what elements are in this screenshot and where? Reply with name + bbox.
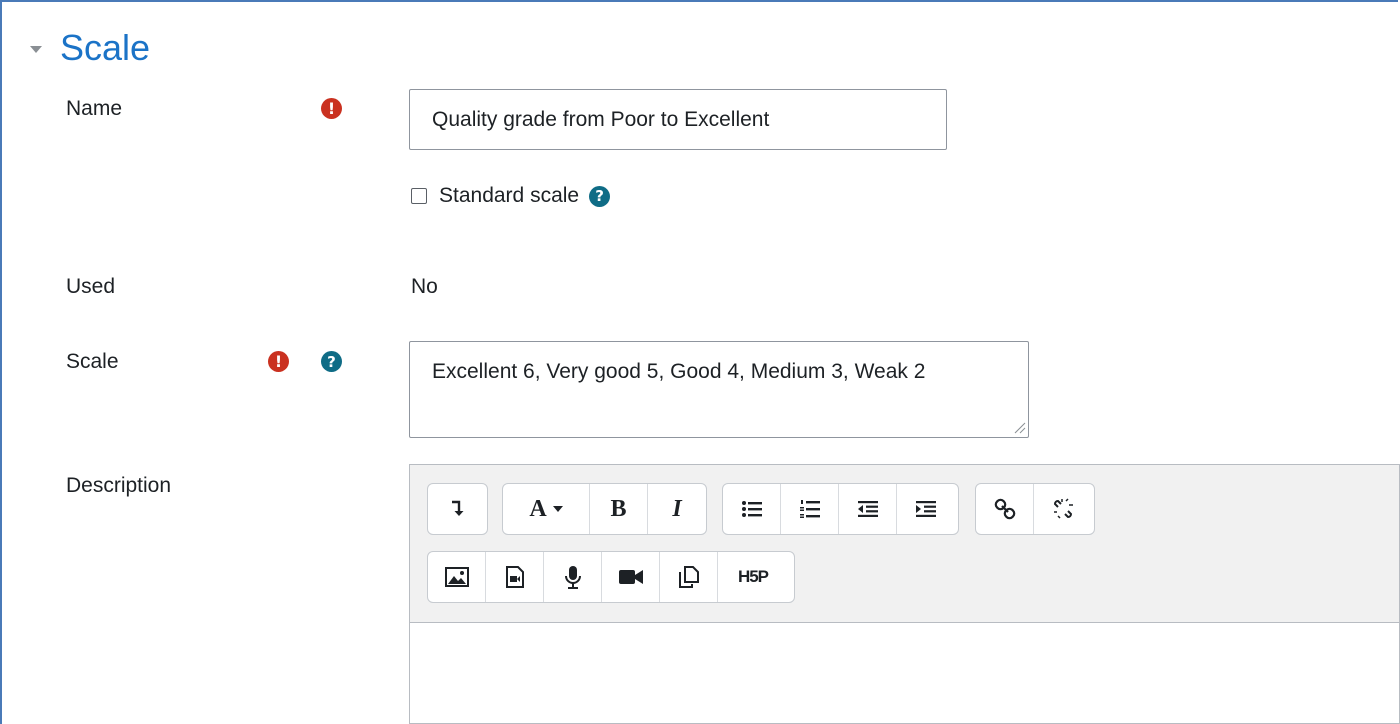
insert-image-button[interactable] [428, 552, 486, 602]
outdent-button[interactable] [839, 484, 897, 534]
numbered-list-icon [799, 500, 820, 518]
scale-textarea[interactable]: Excellent 6, Very good 5, Good 4, Medium… [409, 341, 1029, 438]
copy-files-icon [678, 566, 699, 588]
name-input[interactable] [409, 89, 947, 150]
section-header[interactable]: Scale [30, 26, 150, 70]
help-icon[interactable]: ? [321, 351, 342, 372]
unlink-icon [1053, 498, 1073, 519]
media-file-icon [505, 566, 524, 588]
record-video-button[interactable] [602, 552, 660, 602]
link-button[interactable] [976, 484, 1034, 534]
required-icon: ! [321, 98, 342, 119]
h5p-icon: H5P [737, 567, 769, 586]
bold-icon: B [610, 495, 627, 522]
video-camera-icon [618, 570, 643, 584]
unordered-list-button[interactable] [723, 484, 781, 534]
show-more-button[interactable] [428, 484, 486, 534]
collapse-caret-icon[interactable] [30, 45, 42, 53]
standard-scale-row: Standard scale ? [411, 184, 611, 208]
font-style-button[interactable]: A [503, 484, 590, 534]
insert-h5p-button[interactable]: H5P [718, 552, 788, 602]
link-icon [994, 498, 1015, 520]
resize-grip-icon[interactable] [1012, 420, 1026, 434]
ordered-list-button[interactable] [781, 484, 839, 534]
outdent-icon [857, 501, 878, 517]
toolbar-group-lists [722, 483, 959, 535]
microphone-icon [564, 566, 581, 589]
indent-button[interactable] [897, 484, 955, 534]
toolbar-group-media: H5P [427, 551, 795, 603]
name-label: Name [66, 97, 123, 120]
insert-media-button[interactable] [486, 552, 544, 602]
italic-button[interactable]: I [648, 484, 706, 534]
scale-label: Scale [66, 350, 119, 373]
toolbar-group-links [975, 483, 1095, 535]
image-icon [444, 567, 469, 587]
standard-scale-label[interactable]: Standard scale [439, 184, 579, 208]
used-value: No [411, 275, 438, 298]
editor-content-area[interactable] [410, 623, 1399, 723]
toolbar-group-toggle [427, 483, 488, 535]
required-icon: ! [268, 351, 289, 372]
bold-button[interactable]: B [590, 484, 648, 534]
toolbar-group-style: A B I [502, 483, 707, 535]
help-icon[interactable]: ? [589, 185, 611, 207]
indent-icon [916, 501, 936, 517]
standard-scale-checkbox[interactable] [411, 188, 427, 204]
record-audio-button[interactable] [544, 552, 602, 602]
chevron-down-icon [552, 506, 563, 512]
description-label: Description [66, 474, 172, 497]
editor-toolbar: A B I H5P [410, 465, 1399, 623]
section-title: Scale [60, 27, 151, 68]
bullet-list-icon [741, 501, 762, 517]
manage-files-button[interactable] [660, 552, 718, 602]
italic-icon: I [672, 495, 682, 522]
used-label: Used [66, 275, 116, 298]
font-icon: A [529, 495, 547, 522]
show-more-icon [452, 500, 464, 516]
unlink-button[interactable] [1034, 484, 1092, 534]
description-editor: A B I H5P [409, 464, 1400, 724]
